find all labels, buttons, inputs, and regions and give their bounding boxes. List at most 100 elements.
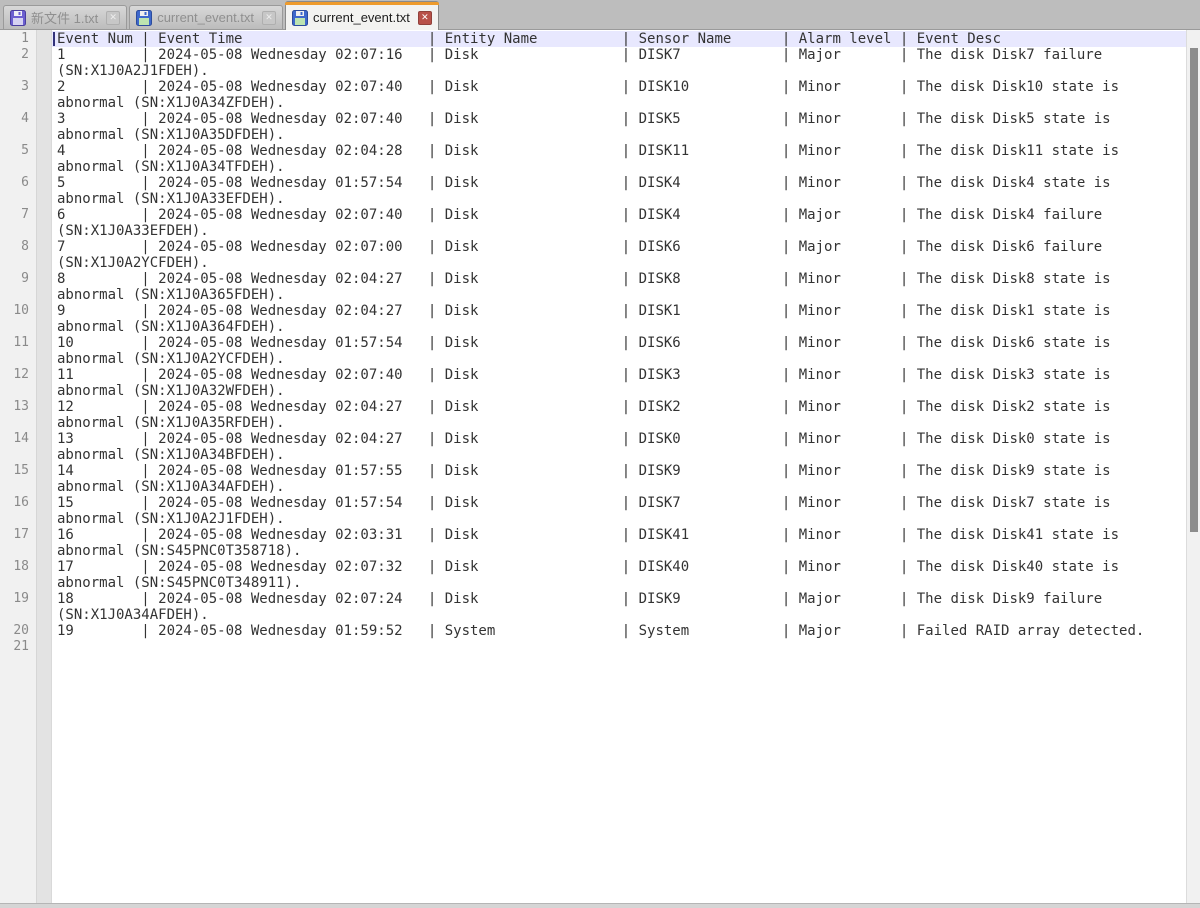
floppy-disk-icon: [136, 10, 152, 26]
line-content[interactable]: 13 | 2024-05-08 Wednesday 02:04:27 | Dis…: [52, 431, 1186, 463]
editor-line: 43 | 2024-05-08 Wednesday 02:07:40 | Dis…: [0, 111, 1186, 143]
line-text[interactable]: 17 | 2024-05-08 Wednesday 02:07:32 | Dis…: [57, 559, 1178, 591]
line-text[interactable]: 8 | 2024-05-08 Wednesday 02:04:27 | Disk…: [57, 271, 1178, 303]
line-content[interactable]: 10 | 2024-05-08 Wednesday 01:57:54 | Dis…: [52, 335, 1186, 367]
line-text[interactable]: 2 | 2024-05-08 Wednesday 02:07:40 | Disk…: [57, 79, 1178, 111]
line-text[interactable]: 10 | 2024-05-08 Wednesday 01:57:54 | Dis…: [57, 335, 1178, 367]
line-text[interactable]: 12 | 2024-05-08 Wednesday 02:04:27 | Dis…: [57, 399, 1178, 431]
vertical-scrollbar[interactable]: [1186, 30, 1200, 903]
line-number: 19: [0, 591, 36, 607]
editor-line: 18 17 | 2024-05-08 Wednesday 02:07:32 | D…: [0, 559, 1186, 591]
editor-line: 5 4 | 2024-05-08 Wednesday 02:04:28 | Dis…: [0, 143, 1186, 175]
line-number: 11: [0, 335, 36, 351]
line-number: 3: [0, 79, 36, 95]
line-content[interactable]: 17 | 2024-05-08 Wednesday 02:07:32 | Dis…: [52, 559, 1186, 591]
tab-title: 新文件 1.txt: [31, 8, 98, 27]
line-content[interactable]: 12 | 2024-05-08 Wednesday 02:04:27 | Dis…: [52, 399, 1186, 431]
editor-line: 20 19 | 2024-05-08 Wednesday 01:59:52 | S…: [0, 623, 1186, 639]
tab-close-icon[interactable]: [418, 11, 432, 25]
floppy-disk-icon: [292, 10, 308, 26]
line-content[interactable]: 14 | 2024-05-08 Wednesday 01:57:55 | Dis…: [52, 463, 1186, 495]
editor-line: 8 7 | 2024-05-08 Wednesday 02:07:00 | Dis…: [0, 239, 1186, 271]
line-number: 5: [0, 143, 36, 159]
line-text[interactable]: 6 | 2024-05-08 Wednesday 02:07:40 | Disk…: [57, 207, 1178, 239]
editor-line: 21: [0, 639, 1186, 655]
line-text[interactable]: 5 | 2024-05-08 Wednesday 01:57:54 | Disk…: [57, 175, 1178, 207]
line-content[interactable]: 16 | 2024-05-08 Wednesday 02:03:31 | Dis…: [52, 527, 1186, 559]
line-number: 16: [0, 495, 36, 511]
text-caret: [53, 32, 55, 46]
document-lines: 1 Event Num | Event Time | Entity Name | …: [0, 31, 1186, 655]
line-number: 8: [0, 239, 36, 255]
line-number: 6: [0, 175, 36, 191]
line-content[interactable]: 11 | 2024-05-08 Wednesday 02:07:40 | Dis…: [52, 367, 1186, 399]
line-content[interactable]: 8 | 2024-05-08 Wednesday 02:04:27 | Disk…: [52, 271, 1186, 303]
line-content[interactable]: 15 | 2024-05-08 Wednesday 01:57:54 | Dis…: [52, 495, 1186, 527]
editor-line: 6 5 | 2024-05-08 Wednesday 01:57:54 | Dis…: [0, 175, 1186, 207]
line-number: 1: [0, 31, 36, 47]
line-number: 9: [0, 271, 36, 287]
line-number: 14: [0, 431, 36, 447]
status-strip: [0, 903, 1200, 908]
editor-line: 10 9 | 2024-05-08 Wednesday 02:04:27 | Di…: [0, 303, 1186, 335]
line-text[interactable]: 3 | 2024-05-08 Wednesday 02:07:40 | Disk…: [57, 111, 1178, 143]
line-text[interactable]: Event Num | Event Time | Entity Name | S…: [57, 31, 1178, 47]
line-content[interactable]: [52, 639, 1186, 655]
editor-line: 11 10 | 2024-05-08 Wednesday 01:57:54 | D…: [0, 335, 1186, 367]
editor-line: 9 8 | 2024-05-08 Wednesday 02:04:27 | Dis…: [0, 271, 1186, 303]
editor-line: 14 13 | 2024-05-08 Wednesday 02:04:27 | D…: [0, 431, 1186, 463]
line-text[interactable]: 19 | 2024-05-08 Wednesday 01:59:52 | Sys…: [57, 623, 1178, 639]
tab-bar: 新文件 1.txt current_event.txt current_even…: [0, 0, 1200, 30]
line-content[interactable]: 3 | 2024-05-08 Wednesday 02:07:40 | Disk…: [52, 111, 1186, 143]
line-content[interactable]: 5 | 2024-05-08 Wednesday 01:57:54 | Disk…: [52, 175, 1186, 207]
line-content[interactable]: 2 | 2024-05-08 Wednesday 02:07:40 | Disk…: [52, 79, 1186, 111]
line-content[interactable]: 19 | 2024-05-08 Wednesday 01:59:52 | Sys…: [52, 623, 1186, 639]
editor-line: 15 14 | 2024-05-08 Wednesday 01:57:55 | D…: [0, 463, 1186, 495]
editor-line: 76 | 2024-05-08 Wednesday 02:07:40 | Dis…: [0, 207, 1186, 239]
tab-current-event-active[interactable]: current_event.txt: [285, 1, 439, 30]
line-content[interactable]: 18 | 2024-05-08 Wednesday 02:07:24 | Dis…: [52, 591, 1186, 623]
text-editor-area[interactable]: 1 Event Num | Event Time | Entity Name | …: [0, 30, 1200, 903]
editor-line: 19 18 | 2024-05-08 Wednesday 02:07:24 | D…: [0, 591, 1186, 623]
line-text[interactable]: 4 | 2024-05-08 Wednesday 02:04:28 | Disk…: [57, 143, 1178, 175]
line-number: 20: [0, 623, 36, 639]
tab-close-icon[interactable]: [106, 11, 120, 25]
editor-line: 1716 | 2024-05-08 Wednesday 02:03:31 | D…: [0, 527, 1186, 559]
line-content[interactable]: 1 | 2024-05-08 Wednesday 02:07:16 | Disk…: [52, 47, 1186, 79]
editor-line: 12 11 | 2024-05-08 Wednesday 02:07:40 | D…: [0, 367, 1186, 399]
line-number: 12: [0, 367, 36, 383]
line-number: 15: [0, 463, 36, 479]
line-text[interactable]: 15 | 2024-05-08 Wednesday 01:57:54 | Dis…: [57, 495, 1178, 527]
line-text[interactable]: 16 | 2024-05-08 Wednesday 02:03:31 | Dis…: [57, 527, 1178, 559]
line-content[interactable]: 4 | 2024-05-08 Wednesday 02:04:28 | Disk…: [52, 143, 1186, 175]
floppy-disk-icon: [10, 10, 26, 26]
line-number: 21: [0, 639, 36, 655]
line-number: 10: [0, 303, 36, 319]
line-text[interactable]: 7 | 2024-05-08 Wednesday 02:07:00 | Disk…: [57, 239, 1178, 271]
line-number: 18: [0, 559, 36, 575]
editor-line: 2 1 | 2024-05-08 Wednesday 02:07:16 | Dis…: [0, 47, 1186, 79]
line-content[interactable]: 9 | 2024-05-08 Wednesday 02:04:27 | Disk…: [52, 303, 1186, 335]
line-content[interactable]: Event Num | Event Time | Entity Name | S…: [52, 31, 1186, 47]
tab-close-icon[interactable]: [262, 11, 276, 25]
line-content[interactable]: 7 | 2024-05-08 Wednesday 02:07:00 | Disk…: [52, 239, 1186, 271]
editor-line: 13 12 | 2024-05-08 Wednesday 02:04:27 | D…: [0, 399, 1186, 431]
scrollbar-thumb[interactable]: [1190, 48, 1198, 532]
line-text[interactable]: 18 | 2024-05-08 Wednesday 02:07:24 | Dis…: [57, 591, 1178, 623]
line-text[interactable]: 13 | 2024-05-08 Wednesday 02:04:27 | Dis…: [57, 431, 1178, 463]
tab-new-file-1[interactable]: 新文件 1.txt: [3, 5, 127, 29]
line-number: 13: [0, 399, 36, 415]
tab-title: current_event.txt: [157, 10, 254, 25]
editor-line: 1 Event Num | Event Time | Entity Name | …: [0, 31, 1186, 47]
line-number: 2: [0, 47, 36, 63]
line-text[interactable]: 14 | 2024-05-08 Wednesday 01:57:55 | Dis…: [57, 463, 1178, 495]
tab-title: current_event.txt: [313, 10, 410, 25]
line-text[interactable]: 9 | 2024-05-08 Wednesday 02:04:27 | Disk…: [57, 303, 1178, 335]
editor-line: 16 15 | 2024-05-08 Wednesday 01:57:54 | D…: [0, 495, 1186, 527]
line-text[interactable]: 11 | 2024-05-08 Wednesday 02:07:40 | Dis…: [57, 367, 1178, 399]
editor-line: 3 2 | 2024-05-08 Wednesday 02:07:40 | Dis…: [0, 79, 1186, 111]
tab-current-event-1[interactable]: current_event.txt: [129, 5, 283, 29]
line-content[interactable]: 6 | 2024-05-08 Wednesday 02:07:40 | Disk…: [52, 207, 1186, 239]
editor-window: 新文件 1.txt current_event.txt current_even…: [0, 0, 1200, 908]
line-text[interactable]: 1 | 2024-05-08 Wednesday 02:07:16 | Disk…: [57, 47, 1178, 79]
